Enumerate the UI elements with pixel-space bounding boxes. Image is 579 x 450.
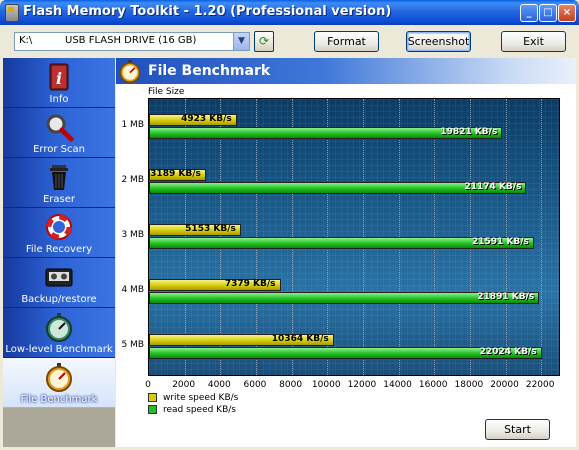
sidebar-item-label: Error Scan (33, 144, 85, 155)
legend-write-label: write speed KB/s (163, 393, 239, 403)
read-bar: 19821 KB/s (149, 126, 503, 139)
magnifier-icon (46, 114, 74, 142)
legend-read-label: read speed KB/s (163, 405, 236, 415)
refresh-icon: ⟳ (258, 34, 270, 48)
legend-write-swatch (148, 393, 157, 402)
app-icon (5, 4, 19, 22)
category-label: 5 MB (121, 340, 144, 351)
x-tick-label: 14000 (383, 380, 412, 390)
sidebar-item-backup-restore[interactable]: Backup/restore (3, 258, 115, 308)
sidebar-item-file-recovery[interactable]: File Recovery (3, 208, 115, 258)
stopwatch-icon (46, 313, 72, 342)
format-button[interactable]: Format (314, 31, 379, 52)
x-tick-label: 8000 (279, 380, 303, 390)
sidebar-item-label: File Recovery (25, 244, 93, 255)
read-bar-label: 22024 KB/s (479, 347, 537, 358)
maximize-button[interactable]: □ (539, 4, 557, 22)
sidebar-item-label: Low-level Benchmark (5, 344, 113, 355)
write-bar-label: 4923 KB/s (181, 113, 232, 124)
write-bar: 5153 KB/s (149, 224, 241, 236)
read-bar-label: 21174 KB/s (464, 181, 522, 192)
sidebar-item-label: Backup/restore (21, 294, 97, 305)
write-bar-label: 7379 KB/s (224, 279, 276, 290)
toolbar: K:\ USB FLASH DRIVE (16 GB) ▼ ⟳ Format S… (3, 25, 576, 58)
title-bar: Flash Memory Toolkit - 1.20 (Professiona… (0, 0, 579, 25)
info-icon: i (49, 63, 69, 91)
x-tick-label: 12000 (347, 380, 377, 390)
write-bar: 3189 KB/s (149, 168, 206, 181)
sidebar-item-label: Eraser (42, 194, 76, 205)
page-title: File Benchmark (148, 63, 271, 79)
sidebar-item-file-benchmark[interactable]: File Benchmark (3, 358, 115, 408)
start-button[interactable]: Start (485, 419, 550, 440)
read-bar-label: 21891 KB/s (477, 292, 535, 303)
x-tick-label: 16000 (418, 380, 448, 390)
legend-write: write speed KB/s (148, 393, 238, 403)
sidebar-item-label: Info (49, 94, 69, 105)
x-tick-label: 2000 (172, 380, 196, 390)
read-bar: 21174 KB/s (149, 181, 527, 194)
x-tick-label: 20000 (490, 380, 519, 390)
legend-read: read speed KB/s (148, 405, 236, 415)
window-title: Flash Memory Toolkit - 1.20 (Professiona… (23, 4, 392, 19)
x-tick-label: 6000 (243, 380, 267, 390)
write-bar-label: 10364 KB/s (271, 334, 329, 345)
category-label: 4 MB (121, 285, 144, 296)
gridline (541, 99, 543, 375)
sidebar-item-error-scan[interactable]: Error Scan (3, 108, 115, 158)
category-label: 1 MB (121, 119, 144, 130)
write-bar-label: 5153 KB/s (185, 224, 236, 234)
write-bar: 10364 KB/s (149, 334, 334, 347)
x-tick-label: 0 (145, 380, 151, 390)
svg-text:i: i (56, 69, 62, 88)
sidebar-item-eraser[interactable]: Eraser (3, 158, 115, 208)
x-tick-label: 22000 (525, 380, 555, 390)
tape-icon (45, 268, 73, 287)
drive-letter: K:\ (19, 35, 33, 46)
exit-button[interactable]: Exit (501, 31, 566, 52)
panel-header: File Benchmark (116, 58, 576, 84)
main-panel: File Benchmark File Size 4923 KB/s 19821 … (116, 58, 576, 447)
chevron-down-icon[interactable]: ▼ (233, 33, 249, 50)
read-bar: 21891 KB/s (149, 292, 540, 305)
sidebar-item-info[interactable]: i Info (3, 58, 115, 108)
x-tick-label: 18000 (454, 380, 484, 390)
trash-can-icon (50, 165, 68, 190)
write-bar: 7379 KB/s (149, 279, 281, 292)
refresh-button[interactable]: ⟳ (254, 31, 274, 52)
read-bar-label: 21591 KB/s (471, 237, 529, 247)
x-tick-label: 4000 (207, 380, 231, 390)
drive-name: USB FLASH DRIVE (16 GB) (65, 35, 197, 46)
read-bar: 21591 KB/s (149, 237, 534, 249)
write-bar-label: 3189 KB/s (150, 168, 201, 179)
read-bar: 22024 KB/s (149, 347, 542, 360)
benchmark-chart: 4923 KB/s 19821 KB/s 3189 KB/s 21174 KB/s 51… (148, 98, 560, 376)
legend-read-swatch (148, 405, 157, 414)
category-label: 2 MB (121, 174, 144, 185)
write-bar: 4923 KB/s (149, 113, 237, 126)
sidebar-item-label: File Benchmark (20, 394, 98, 405)
close-button[interactable]: × (558, 4, 576, 22)
sidebar-item-low-level-benchmark[interactable]: Low-level Benchmark (3, 308, 115, 358)
stopwatch-icon (119, 59, 141, 83)
drive-select[interactable]: K:\ USB FLASH DRIVE (16 GB) ▼ (14, 32, 250, 51)
minimize-button[interactable]: _ (520, 4, 538, 22)
screenshot-button[interactable]: Screenshot (406, 31, 471, 52)
read-bar-label: 19821 KB/s (440, 126, 498, 137)
category-label: 3 MB (121, 230, 144, 240)
y-axis-label: File Size (148, 87, 185, 97)
stopwatch-icon (46, 363, 72, 392)
lifebuoy-icon (46, 214, 72, 240)
sidebar: i Info Error Scan Eraser File Recovery B… (3, 58, 115, 447)
x-tick-label: 10000 (311, 380, 341, 390)
